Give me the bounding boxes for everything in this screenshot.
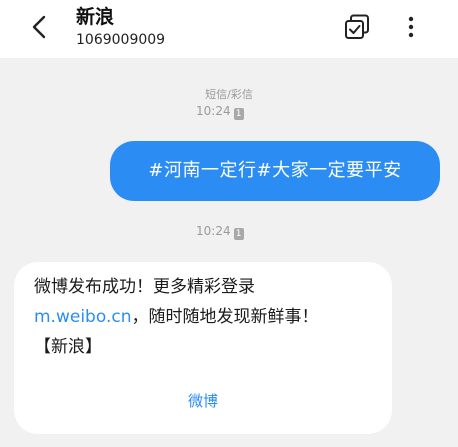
incoming-message-bubble[interactable]: 微博发布成功！更多精彩登录 m.weibo.cn，随时随地发现新鲜事！ 【新浪】… bbox=[14, 262, 392, 434]
outgoing-message-bubble[interactable]: #河南一定行#大家一定要平安 bbox=[110, 141, 440, 201]
weibo-action-button[interactable]: 微博 bbox=[14, 390, 392, 411]
message-line: 【新浪】 bbox=[34, 337, 102, 357]
timestamp: 10:24 1 bbox=[196, 104, 244, 120]
back-arrow-icon[interactable] bbox=[28, 13, 52, 41]
sim-card-icon: 1 bbox=[233, 108, 244, 120]
sim-card-icon: 1 bbox=[233, 228, 244, 240]
more-options-icon[interactable] bbox=[404, 13, 418, 41]
message-line: 微博发布成功！更多精彩登录 bbox=[34, 277, 255, 297]
timestamp: 10:24 1 bbox=[196, 224, 244, 240]
copy-check-icon[interactable] bbox=[344, 14, 370, 40]
timestamp-text: 10:24 bbox=[196, 104, 231, 118]
timestamp-text: 10:24 bbox=[196, 224, 231, 238]
message-type-label: 短信/彩信 bbox=[205, 88, 253, 101]
contact-name: 新浪 bbox=[76, 6, 115, 28]
app-header: 新浪 1069009009 bbox=[0, 0, 458, 58]
message-text: ，随时随地发现新鲜事！ bbox=[131, 307, 319, 327]
message-line: m.weibo.cn，随时随地发现新鲜事！ bbox=[34, 304, 318, 330]
contact-number: 1069009009 bbox=[76, 32, 166, 48]
weibo-link[interactable]: m.weibo.cn bbox=[34, 307, 131, 327]
